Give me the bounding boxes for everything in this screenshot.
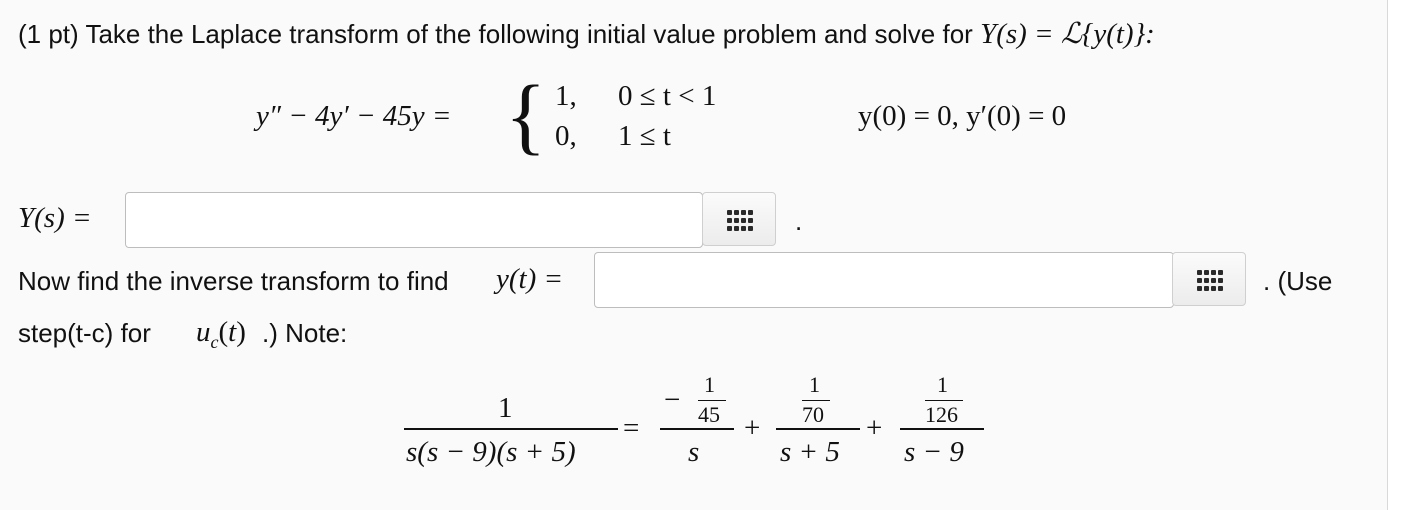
pf-plus-1: + (744, 412, 761, 444)
note-line-b: .) Note: (262, 318, 348, 348)
pf-t2-inner-den: 70 (802, 402, 824, 427)
answer1-palette-button[interactable] (702, 192, 776, 246)
answer1-label: Y(s) = (18, 202, 92, 234)
pf-t3-bar (900, 428, 984, 430)
problem-panel: (1 pt) Take the Laplace transform of the… (0, 0, 1388, 510)
answer1-input[interactable] (125, 192, 703, 248)
pf-t1-inner-num: 1 (704, 372, 715, 397)
pf-t3-inner-bar (925, 400, 963, 401)
problem-prefix: (1 pt) Take the Laplace transform of the… (18, 19, 973, 49)
pf-t1-inner-bar (698, 400, 726, 401)
pf-t2-bar (776, 428, 860, 430)
answer2-input[interactable] (594, 252, 1174, 308)
pf-t1-bar (660, 428, 734, 430)
answer2-label-text: Now find the inverse transform to find (18, 266, 449, 296)
pf-lhs-denominator: s(s − 9)(s + 5) (406, 436, 576, 468)
note-uc: uc(t) (196, 316, 246, 352)
case1-value: 1, (555, 80, 577, 112)
pf-equals: = (623, 412, 640, 444)
answer2-palette-button[interactable] (1172, 252, 1246, 306)
pf-t3-inner-den: 126 (925, 402, 958, 427)
pf-t3-inner-num: 1 (937, 372, 948, 397)
case2-value: 0, (555, 120, 577, 152)
pf-t1-inner-den: 45 (698, 402, 720, 427)
pf-t2-denominator: s + 5 (780, 436, 840, 468)
pf-t1-sign: − (664, 384, 681, 416)
pf-t2-inner-bar (802, 400, 830, 401)
equation-palette-icon (727, 210, 753, 231)
pf-t3-denominator: s − 9 (904, 436, 964, 468)
answer1-trailing: . (795, 206, 803, 236)
answer2-trailing: . (Use (1263, 266, 1333, 296)
pf-lhs-numerator: 1 (498, 392, 513, 424)
problem-statement: (1 pt) Take the Laplace transform of the… (18, 16, 1155, 51)
case1-condition: 0 ≤ t < 1 (618, 80, 717, 112)
pf-lhs-bar (404, 428, 618, 430)
case2-condition: 1 ≤ t (618, 120, 671, 152)
pf-plus-2: + (866, 412, 883, 444)
ode-lhs: y″ − 4y′ − 45y = (256, 100, 452, 132)
pf-t2-inner-num: 1 (809, 372, 820, 397)
piecewise-brace: { (505, 67, 547, 163)
note-line-a: step(t-c) for (18, 318, 151, 348)
answer2-label-math: y(t) = (496, 263, 564, 295)
pf-t1-denominator: s (688, 436, 700, 468)
initial-conditions: y(0) = 0, y′(0) = 0 (858, 100, 1067, 132)
y-definition: Y(s) = ℒ{y(t)}: (980, 18, 1155, 50)
equation-palette-icon (1197, 270, 1223, 291)
